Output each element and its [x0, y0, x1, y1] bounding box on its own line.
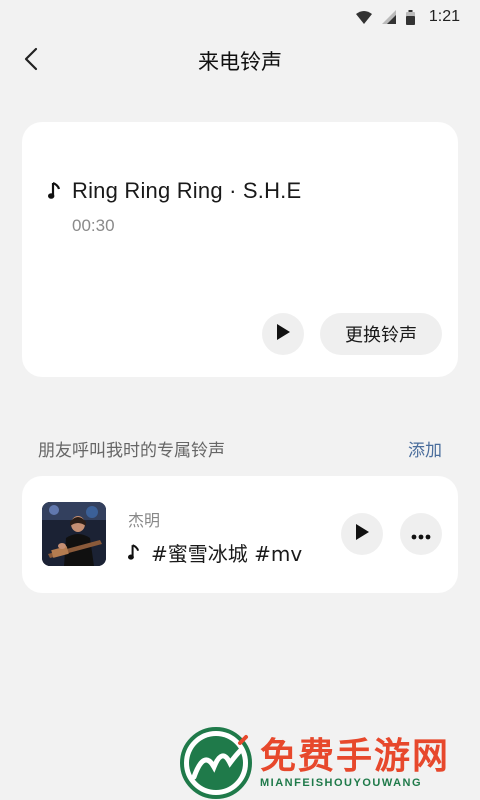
current-ringtone-card: Ring Ring Ring · S.H.E 00:30 更换铃声: [22, 122, 458, 377]
status-time: 1:21: [428, 8, 460, 25]
music-note-icon: [128, 544, 139, 561]
chevron-left-icon: [24, 47, 38, 75]
play-icon: [354, 523, 370, 545]
friend-song-title: #蜜雪冰城 #mv: [151, 542, 303, 566]
more-horizontal-icon: [411, 525, 431, 544]
avatar: [42, 502, 106, 566]
watermark-logo-icon: [180, 727, 252, 799]
header: 来电铃声: [0, 34, 480, 88]
play-icon: [275, 323, 291, 345]
battery-icon: [405, 9, 415, 25]
current-song-duration: 00:30: [72, 216, 115, 235]
page-title: 来电铃声: [198, 50, 282, 74]
more-button[interactable]: [400, 513, 442, 555]
status-bar: 1:21: [0, 0, 480, 34]
change-ringtone-button[interactable]: 更换铃声: [320, 313, 442, 355]
friend-song-row: #蜜雪冰城 #mv: [128, 538, 302, 567]
watermark: 免费手游网 MIANFEISHOUYOUWANG: [180, 726, 480, 800]
current-song-row: Ring Ring Ring · S.H.E: [48, 178, 301, 204]
watermark-title: 免费手游网: [260, 736, 451, 777]
watermark-subtitle: MIANFEISHOUYOUWANG: [260, 777, 423, 789]
watermark-text: 免费手游网 MIANFEISHOUYOUWANG: [260, 736, 451, 790]
wifi-icon: [355, 10, 372, 24]
friend-play-button[interactable]: [341, 513, 383, 555]
signal-icon: [381, 10, 396, 24]
music-note-icon: [48, 182, 60, 200]
current-song-title: Ring Ring Ring · S.H.E: [72, 178, 302, 203]
back-button[interactable]: [14, 44, 48, 78]
play-button[interactable]: [262, 313, 304, 355]
friend-ringtone-card[interactable]: 杰明 #蜜雪冰城 #mv: [22, 476, 458, 593]
friends-section-label: 朋友呼叫我时的专属铃声: [38, 441, 225, 461]
friend-name: 杰明: [128, 511, 161, 530]
add-button[interactable]: 添加: [408, 436, 442, 461]
